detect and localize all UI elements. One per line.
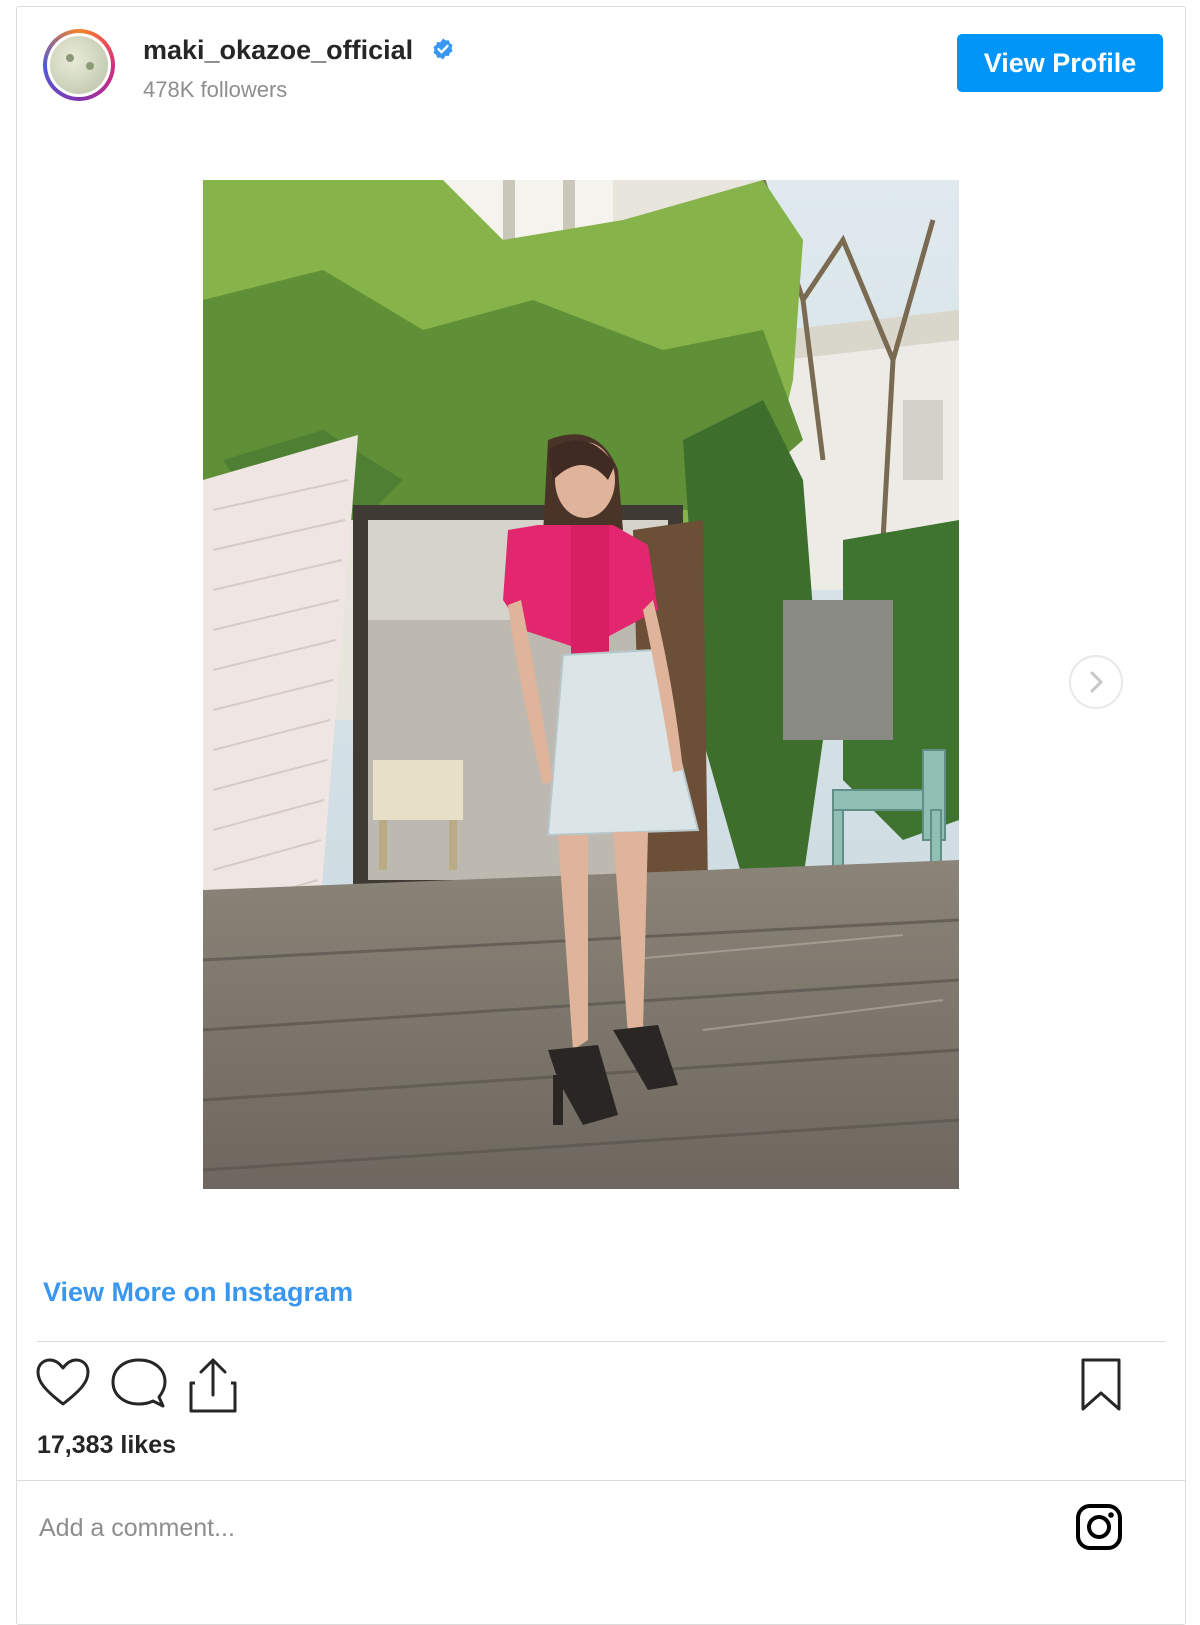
chevron-right-icon [1090, 671, 1103, 693]
divider [37, 1341, 1165, 1342]
verified-badge-icon [433, 38, 453, 60]
comment-input[interactable] [37, 1507, 1021, 1549]
share-icon[interactable] [187, 1355, 239, 1415]
post-header: maki_okazoe_official 478K followers View… [17, 7, 1185, 147]
username-text: maki_okazoe_official [143, 35, 414, 65]
username-link[interactable]: maki_okazoe_official [143, 35, 455, 66]
follower-count: 478K followers [143, 77, 288, 102]
instagram-embed-card: maki_okazoe_official 478K followers View… [16, 6, 1186, 1625]
view-more-link[interactable]: View More on Instagram [43, 1277, 353, 1308]
post-image[interactable] [203, 180, 959, 1189]
divider [17, 1480, 1185, 1481]
avatar[interactable] [43, 29, 115, 101]
like-count: 17,383 likes [37, 1431, 177, 1459]
heart-icon[interactable] [35, 1357, 91, 1409]
comment-bubble-icon[interactable] [111, 1357, 167, 1411]
avatar-image [50, 36, 108, 94]
view-profile-button[interactable]: View Profile [957, 34, 1163, 92]
bookmark-icon[interactable] [1079, 1357, 1123, 1413]
instagram-logo-icon[interactable] [1075, 1503, 1123, 1551]
next-photo-button[interactable] [1069, 655, 1123, 709]
